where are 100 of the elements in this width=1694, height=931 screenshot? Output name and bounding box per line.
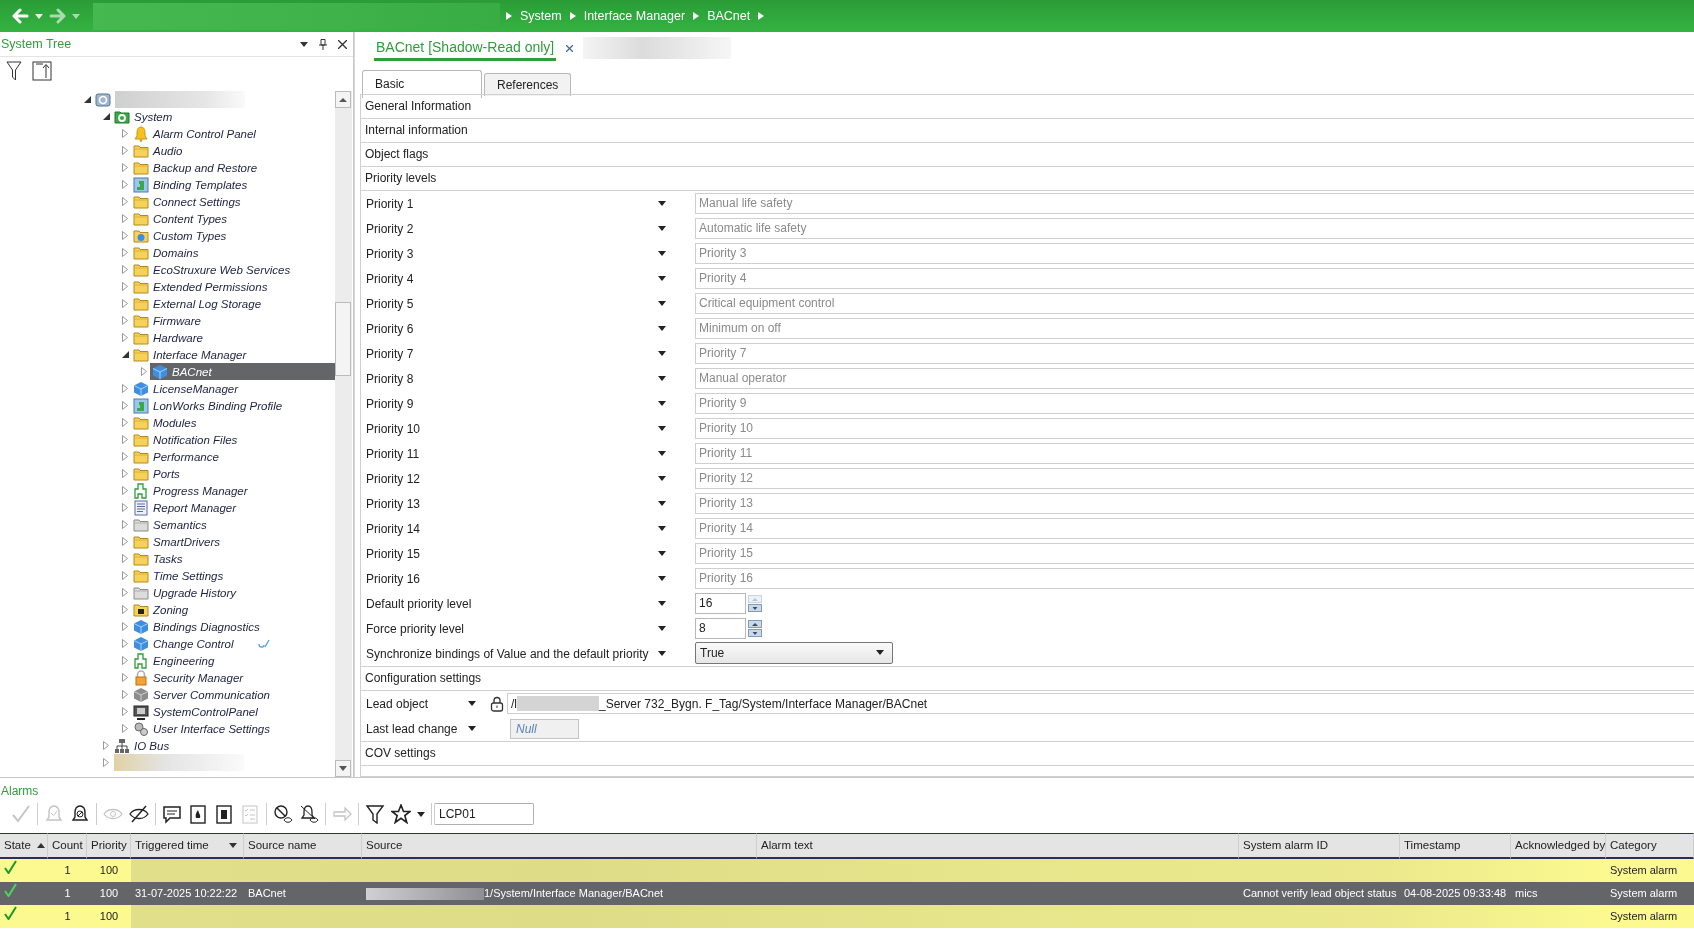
caret-icon[interactable] xyxy=(658,251,666,256)
expanded-arrow-icon[interactable] xyxy=(121,351,129,358)
bell-icon[interactable] xyxy=(70,804,90,824)
column-header[interactable]: System alarm ID xyxy=(1239,833,1400,859)
scrollbar[interactable] xyxy=(335,91,352,777)
document-tab[interactable]: BACnet [Shadow-Read only] xyxy=(374,35,557,61)
collapsed-arrow-icon[interactable] xyxy=(122,435,128,444)
collapsed-arrow-icon[interactable] xyxy=(122,605,128,614)
tree-item[interactable]: Content Types xyxy=(131,210,335,227)
column-header[interactable]: Timestamp xyxy=(1400,833,1511,859)
collapsed-arrow-icon[interactable] xyxy=(103,758,109,767)
table-row[interactable]: 1 100 System alarm xyxy=(0,905,1694,928)
tree-item[interactable]: BACnet xyxy=(150,363,335,380)
collapsed-arrow-icon[interactable] xyxy=(122,554,128,563)
collapsed-arrow-icon[interactable] xyxy=(103,741,109,750)
tree-item[interactable]: Ports xyxy=(131,465,335,482)
tree-item[interactable]: Modules xyxy=(131,414,335,431)
collapsed-arrow-icon[interactable] xyxy=(122,163,128,172)
caret-icon[interactable] xyxy=(658,201,666,206)
caret-icon[interactable] xyxy=(658,301,666,306)
caret-icon[interactable] xyxy=(417,811,425,817)
tree-item[interactable]: Zoning xyxy=(131,601,335,618)
column-header[interactable]: Source xyxy=(362,833,757,859)
tree-item[interactable]: Audio xyxy=(131,142,335,159)
collapsed-arrow-icon[interactable] xyxy=(122,656,128,665)
column-header[interactable]: State xyxy=(0,833,48,859)
pin-icon[interactable] xyxy=(319,38,327,50)
comment-icon[interactable] xyxy=(162,804,182,824)
collapsed-arrow-icon[interactable] xyxy=(122,299,128,308)
notebook-icon[interactable] xyxy=(188,804,208,824)
expanded-arrow-icon[interactable] xyxy=(83,96,91,103)
dropdown-icon[interactable] xyxy=(300,41,308,47)
column-header[interactable]: Alarm text xyxy=(757,833,1239,859)
star-icon[interactable] xyxy=(391,804,411,824)
number-field[interactable]: 16 xyxy=(695,593,746,614)
tree-item[interactable]: SmartDrivers xyxy=(131,533,335,550)
path-field[interactable]: /l _Server 732_Bygn. F_Tag/System/Interface Manager/BACnet xyxy=(507,693,1694,714)
spin-up-button[interactable] xyxy=(748,620,762,628)
breadcrumb-separator-icon[interactable] xyxy=(506,12,512,20)
notebook-icon[interactable] xyxy=(214,804,234,824)
text-field[interactable]: Priority 12 xyxy=(695,468,1694,489)
filter-icon[interactable] xyxy=(365,804,385,824)
column-header[interactable]: Source name xyxy=(244,833,362,859)
collapsed-arrow-icon[interactable] xyxy=(122,520,128,529)
text-field[interactable]: Manual life safety xyxy=(695,193,1694,214)
tree-item[interactable]: System xyxy=(112,108,335,125)
scroll-up-button[interactable] xyxy=(335,91,351,108)
collapsed-arrow-icon[interactable] xyxy=(141,367,147,376)
caret-icon[interactable] xyxy=(658,376,666,381)
collapsed-arrow-icon[interactable] xyxy=(122,265,128,274)
collapsed-arrow-icon[interactable] xyxy=(122,571,128,580)
caret-icon[interactable] xyxy=(468,701,476,706)
expanded-arrow-icon[interactable] xyxy=(102,113,110,120)
collapsed-arrow-icon[interactable] xyxy=(122,214,128,223)
caret-icon[interactable] xyxy=(658,501,666,506)
text-field[interactable]: Priority 15 xyxy=(695,543,1694,564)
scroll-down-button[interactable] xyxy=(335,760,351,777)
tree-item[interactable]: Interface Manager xyxy=(131,346,335,363)
text-field[interactable]: Priority 16 xyxy=(695,568,1694,589)
tree-item[interactable]: Extended Permissions xyxy=(131,278,335,295)
collapsed-arrow-icon[interactable] xyxy=(122,486,128,495)
tree-item[interactable]: Custom Types xyxy=(131,227,335,244)
tree-item[interactable]: LonWorks Binding Profile xyxy=(131,397,335,414)
collapsed-arrow-icon[interactable] xyxy=(122,673,128,682)
close-icon[interactable] xyxy=(338,39,347,49)
search-field[interactable]: LCP01 xyxy=(434,803,534,825)
caret-icon[interactable] xyxy=(658,326,666,331)
collapsed-arrow-icon[interactable] xyxy=(122,316,128,325)
text-field[interactable]: Priority 13 xyxy=(695,493,1694,514)
scrollbar-thumb[interactable] xyxy=(335,302,351,376)
collapsed-arrow-icon[interactable] xyxy=(122,724,128,733)
bell-slash-icon[interactable] xyxy=(299,804,319,824)
collapsed-arrow-icon[interactable] xyxy=(122,180,128,189)
tab[interactable]: References xyxy=(484,73,572,96)
caret-icon[interactable] xyxy=(658,626,666,631)
tree-item[interactable]: Upgrade History xyxy=(131,584,335,601)
caret-icon[interactable] xyxy=(658,226,666,231)
tree-item[interactable]: Tasks xyxy=(131,550,335,567)
collapsed-arrow-icon[interactable] xyxy=(122,129,128,138)
tree-item[interactable]: Performance xyxy=(131,448,335,465)
tree-item[interactable]: LicenseManager xyxy=(131,380,335,397)
collapsed-arrow-icon[interactable] xyxy=(122,418,128,427)
collapsed-arrow-icon[interactable] xyxy=(122,622,128,631)
collapsed-arrow-icon[interactable] xyxy=(122,248,128,257)
text-field[interactable]: Critical equipment control xyxy=(695,293,1694,314)
text-field[interactable]: Priority 10 xyxy=(695,418,1694,439)
tree-item[interactable]: Binding Templates xyxy=(131,176,335,193)
tree-item[interactable]: IO Bus xyxy=(112,737,335,754)
spin-down-button[interactable] xyxy=(748,629,762,637)
no-entry-icon[interactable] xyxy=(273,804,293,824)
collapsed-arrow-icon[interactable] xyxy=(122,588,128,597)
collapsed-arrow-icon[interactable] xyxy=(122,231,128,240)
close-icon[interactable] xyxy=(566,44,574,52)
tree-item[interactable]: Bindings Diagnostics xyxy=(131,618,335,635)
column-header[interactable]: Acknowledged by xyxy=(1511,833,1606,859)
tree-item[interactable]: Firmware xyxy=(131,312,335,329)
collapsed-arrow-icon[interactable] xyxy=(122,146,128,155)
tree-item[interactable]: Hardware xyxy=(131,329,335,346)
text-field[interactable]: Priority 11 xyxy=(695,443,1694,464)
caret-icon[interactable] xyxy=(658,651,666,656)
